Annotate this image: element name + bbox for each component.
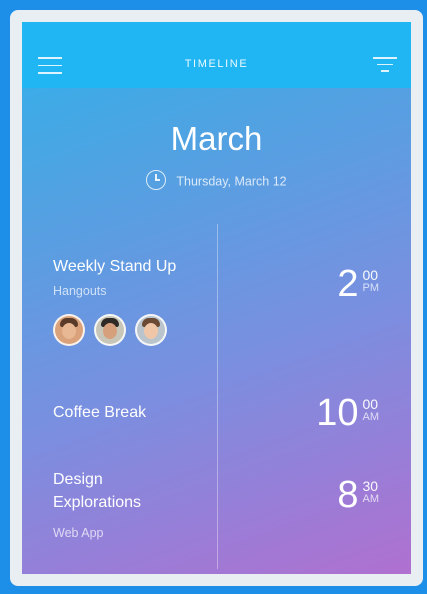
page-title: TIMELINE (184, 58, 249, 70)
event-hour: 2 (337, 263, 359, 305)
event-title: Weekly Stand Up (53, 258, 177, 275)
top-bar: TIMELINE (22, 22, 411, 88)
event-time: 2 00 PM (337, 265, 379, 303)
month-heading: March (170, 120, 263, 157)
avatar[interactable] (135, 314, 167, 346)
event-hour: 10 (316, 392, 359, 434)
event-subtitle: Web App (53, 526, 104, 540)
event-title-line-2: Explorations (53, 494, 142, 511)
event-minutes: 30 (362, 478, 379, 494)
event-period: PM (362, 282, 380, 294)
event-minutes: 00 (362, 396, 379, 412)
event-title-line-1: Design (53, 471, 103, 488)
event-coffee-break[interactable]: Coffee Break (53, 401, 146, 424)
event-time: 8 30 AM (337, 476, 379, 514)
event-design-explorations[interactable]: Design Explorations Web App (53, 468, 141, 540)
attendee-avatars (53, 314, 176, 346)
event-time: 10 00 AM (316, 394, 379, 432)
event-weekly-stand-up[interactable]: Weekly Stand Up Hangouts (53, 255, 176, 346)
clock-icon (146, 170, 167, 190)
event-minutes: 00 (362, 267, 379, 283)
filter-icon[interactable] (373, 57, 397, 75)
avatar[interactable] (94, 314, 126, 346)
timeline-divider (217, 224, 218, 569)
date-row: Thursday, March 12 (22, 170, 411, 192)
date-label: Thursday, March 12 (176, 174, 287, 189)
event-hour: 8 (337, 474, 359, 516)
timeline-screen: TIMELINE March Thursday, March 12 Weekly… (22, 22, 411, 574)
avatar[interactable] (53, 314, 85, 346)
event-period: AM (362, 411, 380, 423)
event-title: Coffee Break (53, 404, 147, 421)
event-subtitle: Hangouts (53, 284, 107, 298)
event-period: AM (362, 493, 380, 505)
